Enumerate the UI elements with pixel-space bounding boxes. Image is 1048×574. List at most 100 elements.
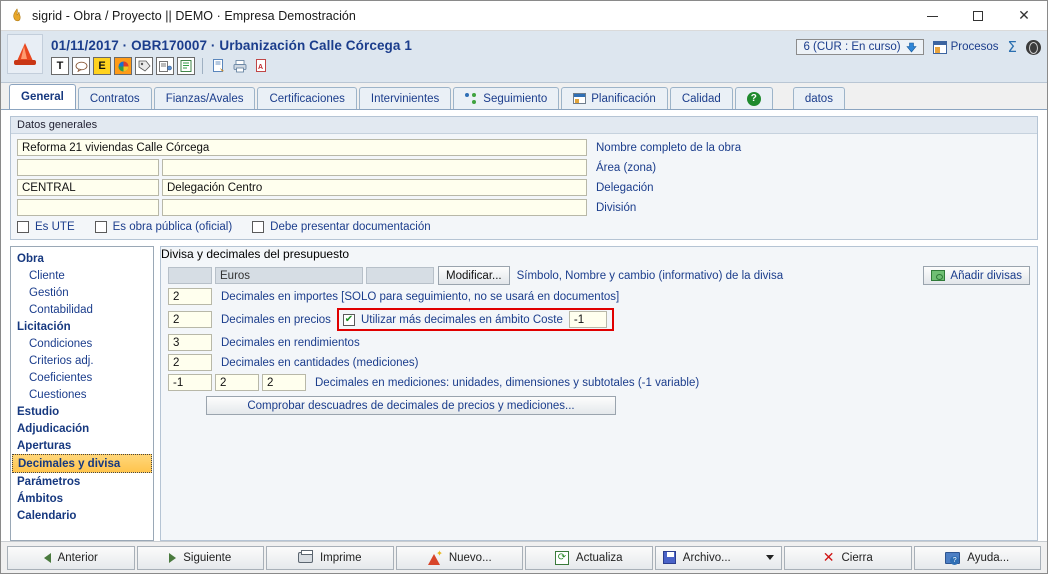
ayuda-button[interactable]: Ayuda... [913,545,1041,570]
currency-name-input[interactable]: Euros [215,267,363,284]
document-green-icon[interactable] [177,57,195,75]
modificar-button[interactable]: Modificar... [438,266,510,285]
tree-item-ambitos[interactable]: Ámbitos [11,490,153,507]
siguiente-button[interactable]: Siguiente [136,545,264,570]
tab-certificaciones[interactable]: Certificaciones [257,87,357,109]
currency-hint-label: Símbolo, Nombre y cambio (informativo) d… [516,269,784,282]
close-button[interactable]: ✕ [1001,1,1047,31]
field-row-division: División [17,199,1031,216]
sigma-icon[interactable]: Σ [1008,38,1017,56]
tab-datos[interactable]: datos [792,87,845,109]
actualiza-button[interactable]: ⟳ Actualiza [525,545,653,570]
area-name-input[interactable] [162,159,587,176]
division-name-input[interactable] [162,199,587,216]
actualiza-label: Actualiza [575,551,623,564]
minimize-button[interactable] [909,1,955,31]
preview-icon[interactable] [210,57,228,75]
tab-contratos[interactable]: Contratos [77,87,152,109]
checkbox-presentar-documentacion[interactable] [252,221,265,233]
divisa-decimales-panel: Divisa y decimales del presupuesto Euros… [160,246,1038,541]
flame-icon [9,7,25,24]
mediciones-dimensiones-input[interactable]: 2 [215,374,259,391]
report-icon[interactable] [156,57,174,75]
tree-item-parametros[interactable]: Parámetros [11,473,153,490]
status-badge-label: 6 (CUR : En curso) [803,41,901,53]
tree-item-cliente[interactable]: Cliente [11,267,153,284]
globe-icon[interactable] [1026,39,1041,55]
delegacion-name-input[interactable]: Delegación Centro [162,179,587,196]
tree-item-contabilidad[interactable]: Contabilidad [11,301,153,318]
anadir-divisas-button[interactable]: Añadir divisas [923,266,1030,285]
tree-item-coeficientes[interactable]: Coeficientes [11,369,153,386]
arrow-right-icon [169,552,177,563]
highlight-box: Utilizar más decimales en ámbito Coste -… [336,308,614,331]
decimal-row-rendimientos: 3 Decimales en rendimientos [168,334,1030,351]
comment-icon[interactable] [72,57,90,75]
nombre-obra-input[interactable]: Reforma 21 viviendas Calle Córcega [17,139,587,156]
nuevo-button[interactable]: Nuevo... [395,545,523,570]
currency-symbol-input[interactable] [168,267,212,284]
archivo-button[interactable]: Archivo... [654,545,782,570]
delegacion-code-input[interactable]: CENTRAL [17,179,159,196]
tree-item-estudio[interactable]: Estudio [11,403,153,420]
status-badge[interactable]: 6 (CUR : En curso) [796,39,924,55]
tab-intervinientes[interactable]: Intervinientes [358,87,452,109]
procesos-button[interactable]: Procesos [932,40,999,54]
pdf-icon[interactable]: A [252,57,270,75]
tree-item-licitacion[interactable]: Licitación [11,318,153,335]
cierra-button[interactable]: ✕ Cierra [784,545,912,570]
tree-item-gestion[interactable]: Gestión [11,284,153,301]
decimales-importes-input[interactable]: 2 [168,288,212,305]
ambito-coste-decimales-input[interactable]: -1 [568,311,607,328]
chevron-down-icon[interactable] [765,555,774,560]
tree-item-aperturas[interactable]: Aperturas [11,437,153,454]
print-icon[interactable] [231,57,249,75]
color-icon[interactable] [114,57,132,75]
tree-item-cuestiones[interactable]: Cuestiones [11,386,153,403]
checkbox-es-ute[interactable] [17,221,29,233]
decimales-importes-label: Decimales en importes [SOLO para seguimi… [221,290,620,303]
ayuda-label: Ayuda... [967,551,1010,564]
maximize-button[interactable] [955,1,1001,31]
tree-item-calendario[interactable]: Calendario [11,507,153,524]
checkbox-obra-publica[interactable] [94,221,107,233]
svg-text:A: A [258,64,263,71]
checkbox-mas-decimales-coste[interactable] [342,313,355,326]
tab-fianzas-avales[interactable]: Fianzas/Avales [153,87,256,109]
mediciones-unidades-input[interactable]: -1 [168,374,212,391]
tree-item-decimales-y-divisa[interactable]: Decimales y divisa [12,454,152,473]
text-icon[interactable]: T [51,57,69,75]
tab-strip: General Contratos Fianzas/Avales Certifi… [1,83,1047,110]
tab-calidad[interactable]: Calidad [669,87,733,109]
currency-rate-input[interactable] [366,267,434,284]
traffic-cone-icon [13,42,37,66]
maximize-icon [973,11,983,21]
anterior-button[interactable]: Anterior [7,545,135,570]
tree-item-obra[interactable]: Obra [11,250,153,267]
decimales-precios-input[interactable]: 2 [168,311,212,328]
decimales-cantidades-input[interactable]: 2 [168,354,212,371]
currency-row: Euros Modificar... Símbolo, Nombre y cam… [168,266,1030,285]
decimales-rendimientos-input[interactable]: 3 [168,334,212,351]
imprime-button[interactable]: Imprime [266,545,394,570]
tag-icon[interactable] [135,57,153,75]
close-icon: ✕ [1018,8,1030,24]
new-icon [427,549,443,565]
area-code-input[interactable] [17,159,159,176]
record-icon-button[interactable] [7,34,43,74]
tab-seguimiento[interactable]: Seguimiento [453,87,560,109]
arrow-left-icon [43,552,51,563]
tab-help[interactable]: ? [734,87,773,109]
tree-item-criterios-adj[interactable]: Criterios adj. [11,352,153,369]
procesos-label: Procesos [950,41,999,53]
comprobar-descuadres-button[interactable]: Comprobar descuadres de decimales de pre… [206,396,616,415]
lower-area: Obra Cliente Gestión Contabilidad Licita… [10,246,1038,541]
tab-planificacion[interactable]: Planificación [561,87,668,109]
mediciones-subtotales-input[interactable]: 2 [262,374,306,391]
tree-item-adjudicacion[interactable]: Adjudicación [11,420,153,437]
division-code-input[interactable] [17,199,159,216]
excel-icon[interactable]: E [93,57,111,75]
tab-general[interactable]: General [9,84,76,109]
decimal-row-precios: 2 Decimales en precios Utilizar más deci… [168,308,1030,331]
tree-item-condiciones[interactable]: Condiciones [11,335,153,352]
